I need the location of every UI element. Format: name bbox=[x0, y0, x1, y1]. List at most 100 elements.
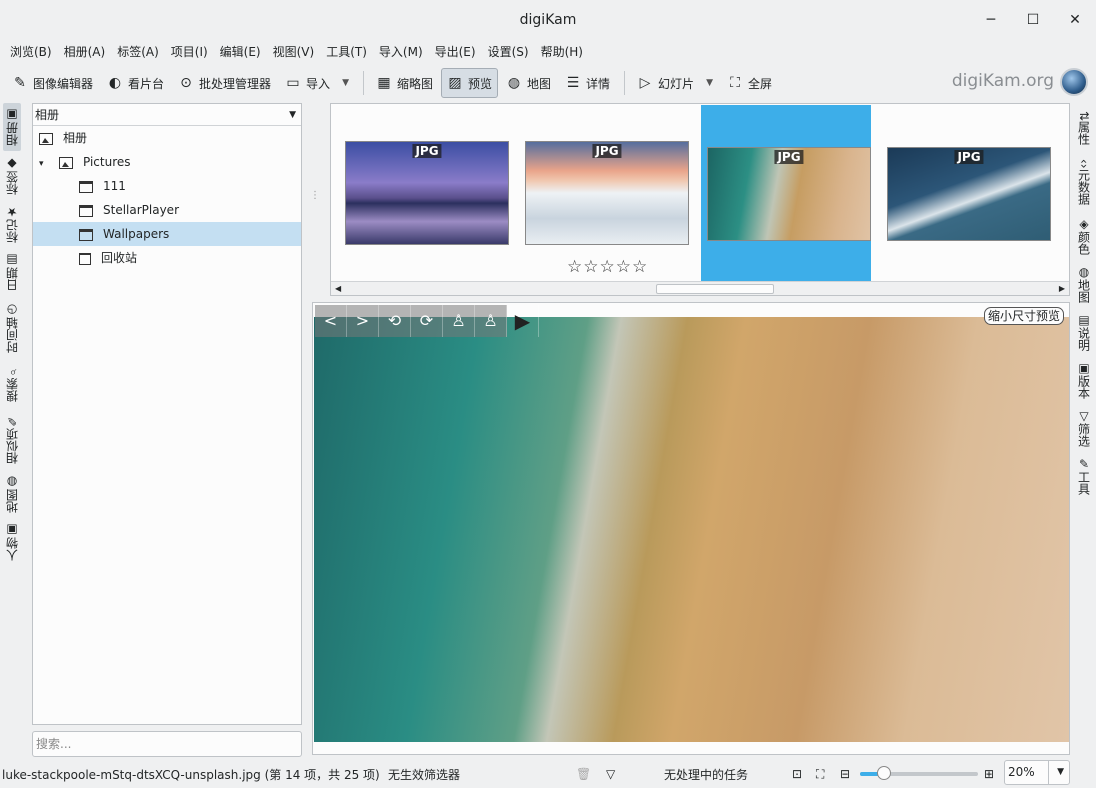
tab-similarity[interactable]: 相似项 ✎ bbox=[3, 409, 21, 469]
menu-tags[interactable]: 标签(A) bbox=[111, 43, 165, 60]
tab-tags[interactable]: 标签 ◆ bbox=[3, 153, 21, 199]
tree-item-111[interactable]: 111 bbox=[33, 174, 301, 198]
import-dropdown-icon[interactable]: ▼ bbox=[342, 78, 349, 88]
batch-queue-button[interactable]: ⊙ 批处理管理器 bbox=[172, 68, 277, 98]
reduced-preview-label[interactable]: 缩小尺寸预览 bbox=[983, 307, 1064, 325]
close-button[interactable]: ✕ bbox=[1054, 0, 1096, 40]
right-sidebar-tabs: ⇅ 属性 ‹› 元数据 ◈ 颜色 ◍ 地图 ▤ 说明 ▣ 版本 ▽ 筛选 ✎ 工… bbox=[1072, 103, 1096, 523]
tab-map[interactable]: 地图 ◍ bbox=[3, 471, 21, 517]
camera-icon: ▭ bbox=[286, 75, 300, 91]
tree-item-wallpapers[interactable]: Wallpapers bbox=[33, 222, 301, 246]
left-sidebar-tabs: 相册 ▣ 标签 ◆ 标记 ★ 日期 ▤ 时间轴 ◷ 搜索 ⌕ 相似项 ✎ 地图 … bbox=[0, 103, 24, 573]
menu-tools[interactable]: 工具(T) bbox=[320, 43, 373, 60]
status-filter: 无生效筛选器 bbox=[388, 767, 461, 782]
menu-import[interactable]: 导入(M) bbox=[373, 43, 429, 60]
next-icon[interactable]: > bbox=[347, 305, 379, 337]
title-bar: digiKam ─ ☐ ✕ bbox=[0, 0, 1096, 40]
thumbnails-button[interactable]: ▦ 缩略图 bbox=[370, 68, 439, 98]
zoom-slider-handle[interactable] bbox=[877, 766, 891, 780]
tree-item-albums-root[interactable]: 相册 bbox=[33, 126, 301, 150]
folder-icon bbox=[79, 180, 93, 193]
tree-item-stellarplayer[interactable]: StellarPlayer bbox=[33, 198, 301, 222]
menu-edit[interactable]: 编辑(E) bbox=[214, 43, 267, 60]
thumbnail-item[interactable]: JPG bbox=[873, 105, 1051, 281]
details-button[interactable]: ☰ 详情 bbox=[559, 68, 616, 98]
tab-dates[interactable]: 日期 ▤ bbox=[3, 249, 21, 295]
album-search-input[interactable]: 搜索... bbox=[32, 731, 302, 757]
zoom-out-icon[interactable]: ⊟ bbox=[840, 767, 850, 781]
trash-icon[interactable]: 🗑 bbox=[576, 767, 591, 781]
thumbnail-strip: JPG JPG JPG JPG ☆☆☆☆☆ ◀ ▶ bbox=[330, 103, 1070, 296]
fullscreen-button[interactable]: ⛶ 全屏 bbox=[721, 68, 778, 98]
menu-browse[interactable]: 浏览(B) bbox=[4, 43, 58, 60]
rotate-left-icon[interactable]: ⟲ bbox=[379, 305, 411, 337]
thumbnail-item-selected[interactable]: JPG bbox=[701, 105, 871, 281]
album-view-selector[interactable]: 相册 ▼ bbox=[33, 104, 301, 126]
slideshow-button[interactable]: ▷ 幻灯片 bbox=[631, 68, 700, 98]
map-button[interactable]: ◍ 地图 bbox=[500, 68, 557, 98]
menu-view[interactable]: 视图(V) bbox=[267, 43, 321, 60]
tab-search[interactable]: 搜索 ⌕ bbox=[3, 361, 21, 407]
light-table-button[interactable]: ◐ 看片台 bbox=[101, 68, 170, 98]
expand-arrow-icon[interactable]: ▾ bbox=[39, 152, 59, 176]
tab-tools[interactable]: ✎ 工具 bbox=[1075, 453, 1093, 499]
trash-icon bbox=[79, 252, 91, 265]
tab-colors[interactable]: ◈ 颜色 bbox=[1075, 213, 1093, 259]
tab-people[interactable]: 人物 ▣ bbox=[3, 519, 21, 565]
image-editor-button[interactable]: ✎ 图像编辑器 bbox=[6, 68, 99, 98]
menu-item[interactable]: 项目(I) bbox=[165, 43, 214, 60]
preview-overlay-buttons: < > ⟲ ⟳ ♙ ♙ ▶ bbox=[315, 305, 539, 337]
filter-icon[interactable]: ▽ bbox=[606, 767, 615, 781]
previous-icon[interactable]: < bbox=[315, 305, 347, 337]
tab-labels[interactable]: 标记 ★ bbox=[3, 201, 21, 247]
thumbnail-scrollbar[interactable]: ◀ ▶ bbox=[331, 281, 1069, 295]
menu-bar: 浏览(B) 相册(A) 标签(A) 项目(I) 编辑(E) 视图(V) 工具(T… bbox=[0, 40, 1096, 62]
contrast-icon: ◐ bbox=[108, 75, 122, 91]
chevron-down-icon: ▼ bbox=[289, 110, 296, 120]
image-album-icon bbox=[39, 132, 53, 145]
thumbnail-item[interactable]: JPG bbox=[331, 105, 509, 281]
scroll-right-icon[interactable]: ▶ bbox=[1059, 282, 1065, 295]
splitter-handle[interactable]: ⋮ bbox=[310, 190, 320, 210]
menu-export[interactable]: 导出(E) bbox=[429, 43, 482, 60]
thumbnail-item[interactable]: JPG bbox=[511, 105, 689, 281]
scrollbar-handle[interactable] bbox=[656, 284, 774, 294]
zoom-to-fit-icon[interactable]: ⛶ bbox=[816, 767, 824, 782]
album-tree-panel: 相册 ▼ 相册 ▾ Pictures 111 StellarPlayer Wall… bbox=[32, 103, 302, 725]
tab-albums[interactable]: 相册 ▣ bbox=[3, 103, 21, 151]
menu-album[interactable]: 相册(A) bbox=[58, 43, 112, 60]
add-face-icon[interactable]: ♙ bbox=[475, 305, 507, 337]
tab-geolocation[interactable]: ◍ 地图 bbox=[1075, 261, 1093, 307]
globe-icon: ◍ bbox=[507, 75, 521, 91]
maximize-button[interactable]: ☐ bbox=[1012, 0, 1054, 40]
preview-button[interactable]: ▨ 预览 bbox=[441, 68, 499, 98]
rating-stars[interactable]: ☆☆☆☆☆ bbox=[567, 257, 648, 277]
tree-item-pictures[interactable]: ▾ Pictures bbox=[33, 150, 301, 174]
tab-captions[interactable]: ▤ 说明 bbox=[1075, 309, 1093, 355]
tab-metadata[interactable]: ‹› 元数据 bbox=[1075, 153, 1093, 211]
preview-photo[interactable] bbox=[314, 317, 1069, 742]
tab-filters[interactable]: ▽ 筛选 bbox=[1075, 405, 1093, 451]
brand-link[interactable]: digiKam.org bbox=[952, 71, 1054, 91]
zoom-fit-icon[interactable]: ⊡ bbox=[792, 767, 802, 781]
tree-item-trash[interactable]: 回收站 bbox=[33, 246, 301, 270]
format-badge: JPG bbox=[412, 144, 442, 158]
format-badge: JPG bbox=[954, 150, 984, 164]
menu-help[interactable]: 帮助(H) bbox=[535, 43, 589, 60]
zoom-in-icon[interactable]: ⊞ bbox=[984, 767, 994, 781]
minimize-button[interactable]: ─ bbox=[970, 0, 1012, 40]
tab-timeline[interactable]: 时间轴 ◷ bbox=[3, 297, 21, 359]
scroll-left-icon[interactable]: ◀ bbox=[335, 282, 341, 295]
zoom-slider[interactable] bbox=[860, 766, 978, 780]
thumbnail-image: JPG bbox=[887, 147, 1051, 241]
tab-properties[interactable]: ⇅ 属性 bbox=[1075, 105, 1093, 151]
slideshow-dropdown-icon[interactable]: ▼ bbox=[706, 78, 713, 88]
tab-versions[interactable]: ▣ 版本 bbox=[1075, 357, 1093, 403]
image-preview: < > ⟲ ⟳ ♙ ♙ ▶ 缩小尺寸预览 bbox=[312, 302, 1070, 755]
face-tag-icon[interactable]: ♙ bbox=[443, 305, 475, 337]
zoom-level-select[interactable]: 20% ▼ bbox=[1004, 760, 1070, 785]
import-button[interactable]: ▭ 导入 bbox=[279, 68, 336, 98]
rotate-right-icon[interactable]: ⟳ bbox=[411, 305, 443, 337]
menu-settings[interactable]: 设置(S) bbox=[482, 43, 535, 60]
play-icon[interactable]: ▶ bbox=[507, 305, 539, 337]
